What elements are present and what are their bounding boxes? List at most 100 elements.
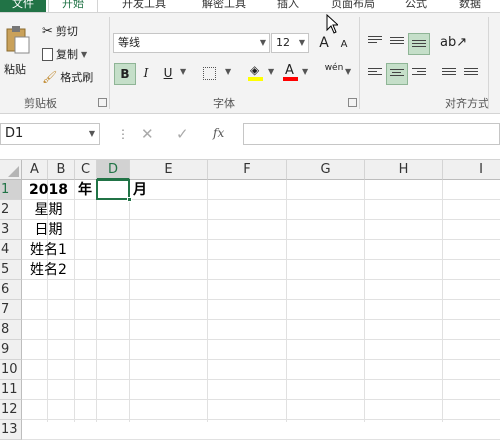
active-cell-cursor[interactable] [96, 179, 132, 202]
cancel-icon[interactable]: ✕ [141, 125, 154, 143]
column-header[interactable]: D [97, 160, 130, 180]
enter-check-icon[interactable]: ✓ [176, 125, 189, 143]
cell-a3[interactable]: 日期 [22, 221, 75, 239]
scissors-icon: ✂ [42, 23, 53, 39]
font-group-label: 字体 [213, 97, 235, 110]
phonetic-button[interactable]: wén [323, 63, 345, 83]
cell-a2[interactable]: 星期 [22, 201, 75, 219]
borders-dropdown[interactable]: ▼ [225, 67, 231, 76]
row-header[interactable]: 7 [0, 300, 22, 320]
cell-a1[interactable]: 2018 [22, 181, 75, 199]
column-header[interactable]: I [443, 160, 500, 180]
formula-input[interactable] [243, 123, 500, 145]
cell-c1[interactable]: 年 [78, 181, 92, 199]
top-align-icon [368, 36, 382, 47]
copy-icon [42, 47, 53, 61]
cell-a5[interactable]: 姓名2 [22, 261, 75, 279]
font-size-value: 12 [276, 36, 290, 49]
font-launcher-icon[interactable] [348, 98, 357, 107]
row-header[interactable]: 13 [0, 420, 22, 440]
column-header[interactable]: B [48, 160, 75, 180]
bold-icon: B [120, 67, 130, 81]
row-header[interactable]: 11 [0, 380, 22, 400]
gridline-horizontal [22, 259, 500, 260]
middle-align-button[interactable] [388, 33, 406, 51]
row-header[interactable]: 12 [0, 400, 22, 420]
borders-icon[interactable] [203, 67, 216, 80]
fill-color-dropdown[interactable]: ▼ [268, 67, 274, 76]
format-painter-label: 格式刷 [60, 71, 94, 84]
column-header[interactable]: E [130, 160, 208, 180]
underline-button[interactable]: U [158, 63, 178, 83]
underline-dropdown[interactable]: ▼ [180, 67, 186, 76]
gridline-vertical [286, 180, 287, 422]
increase-indent-button[interactable] [462, 65, 480, 83]
cut-button[interactable]: ✂ 剪切 [42, 23, 78, 39]
align-center-button[interactable] [386, 63, 408, 85]
font-name-combo[interactable]: 等线 ▼ [113, 33, 270, 53]
format-painter-button[interactable]: 🖌 格式刷 [42, 69, 93, 85]
row-header[interactable]: 10 [0, 360, 22, 380]
gridline-vertical [96, 180, 97, 422]
select-all-button[interactable] [0, 160, 22, 180]
font-color-button[interactable]: A [282, 63, 300, 83]
chevron-down-icon: ▼ [302, 67, 309, 76]
grow-font-button[interactable]: A [314, 33, 334, 53]
tab-file[interactable]: 文件 [0, 0, 46, 12]
paste-button[interactable]: 粘贴 [4, 25, 34, 85]
chevron-down-icon[interactable]: ▼ [89, 124, 95, 144]
grow-font-icon: A [319, 35, 329, 51]
tab-data[interactable]: 数据 [448, 0, 492, 12]
shrink-font-button[interactable]: A [334, 35, 354, 55]
cell-e1[interactable]: 月 [133, 181, 147, 199]
decrease-indent-button[interactable] [440, 65, 458, 83]
tab-insert[interactable]: 插入 [268, 0, 308, 12]
group-divider [488, 17, 489, 109]
row-header[interactable]: 1 [0, 180, 22, 200]
column-header[interactable]: G [287, 160, 365, 180]
gridline-horizontal [22, 299, 500, 300]
gridline-horizontal [22, 339, 500, 340]
column-header[interactable]: F [208, 160, 287, 180]
column-header[interactable]: C [75, 160, 97, 180]
clipboard-launcher-icon[interactable] [98, 98, 107, 107]
column-header[interactable]: A [22, 160, 48, 180]
fill-color-button[interactable]: ◈ [247, 63, 265, 83]
bold-button[interactable]: B [114, 63, 136, 85]
row-header[interactable]: 2 [0, 200, 22, 220]
fill-handle[interactable] [127, 197, 132, 202]
font-size-combo[interactable]: 12 ▼ [271, 33, 309, 53]
cut-label: 剪切 [55, 25, 78, 38]
row-header[interactable]: 8 [0, 320, 22, 340]
tab-page-layout[interactable]: 页面布局 [320, 0, 386, 12]
top-align-button[interactable] [366, 33, 384, 51]
row-header[interactable]: 6 [0, 280, 22, 300]
bottom-align-button[interactable] [408, 33, 430, 55]
worksheet-grid[interactable]: ABCDEFGHI 1 2 3 4 5 6 7 8 9 10 11 12 13 2018 年月星期 日期 姓名… [0, 160, 500, 440]
name-box[interactable]: D1 ▼ [0, 123, 100, 145]
tab-developer[interactable]: 开发工具 [110, 0, 178, 12]
row-header[interactable]: 9 [0, 340, 22, 360]
row-header[interactable]: 5 [0, 260, 22, 280]
tab-formulas[interactable]: 公式 [396, 0, 436, 12]
copy-button[interactable]: 复制 ▼ [42, 46, 87, 62]
row-header[interactable]: 3 [0, 220, 22, 240]
decrease-indent-icon [442, 68, 456, 79]
chevron-down-icon: ▼ [268, 67, 275, 76]
align-left-button[interactable] [366, 65, 384, 83]
tab-home[interactable]: 开始 [48, 0, 98, 12]
row-header[interactable]: 4 [0, 240, 22, 260]
italic-button[interactable]: I [136, 63, 156, 83]
font-color-dropdown[interactable]: ▼ [302, 67, 308, 76]
column-header[interactable]: H [365, 160, 443, 180]
chevron-down-icon[interactable]: ▼ [81, 50, 87, 59]
orientation-button[interactable]: ab↗ [440, 35, 467, 53]
gridline-horizontal [22, 379, 500, 380]
insert-function-icon[interactable]: fx [213, 126, 224, 140]
bottom-align-icon [412, 40, 426, 51]
paste-icon [6, 26, 30, 54]
phonetic-dropdown[interactable]: ▼ [345, 67, 351, 76]
cell-a4[interactable]: 姓名1 [22, 241, 75, 259]
align-right-button[interactable] [410, 65, 428, 83]
tab-decrypt[interactable]: 解密工具 [190, 0, 258, 12]
